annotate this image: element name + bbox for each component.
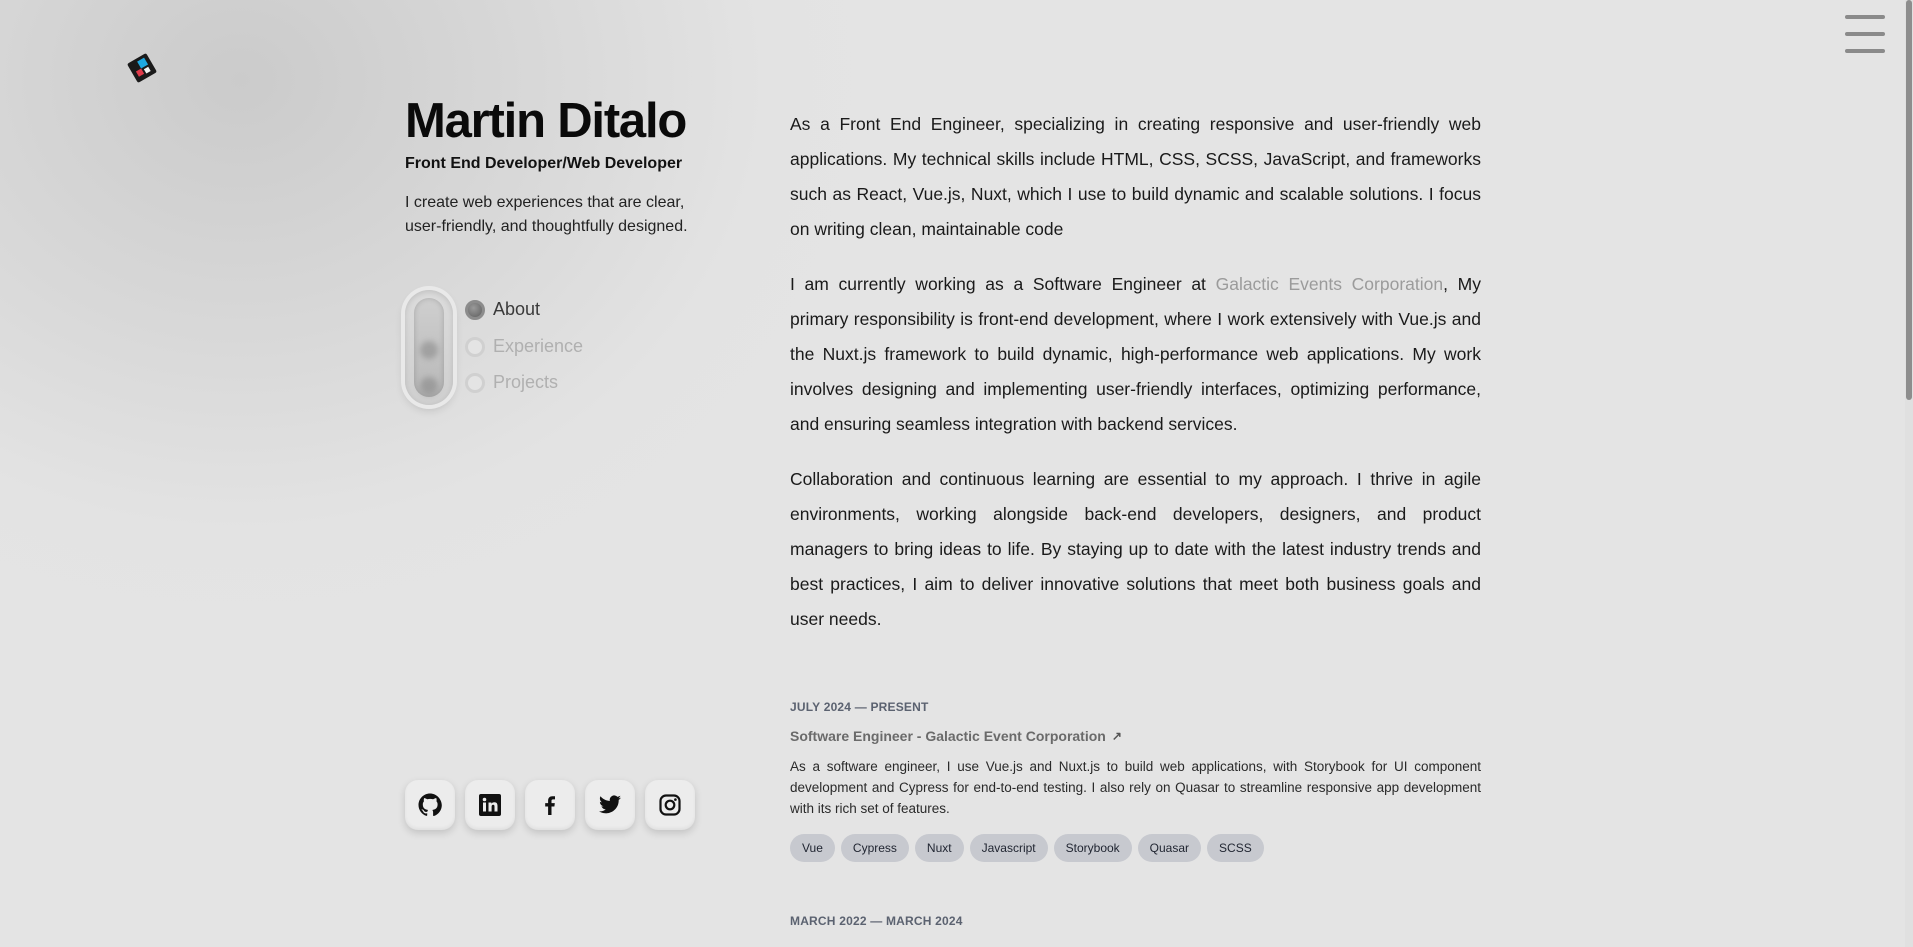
- nav-dot-icon: [465, 336, 485, 357]
- experience-description: As a software engineer, I use Vue.js and…: [790, 759, 1481, 816]
- social-links: [405, 780, 695, 830]
- github-link[interactable]: [405, 780, 455, 830]
- tech-tag: Javascript: [969, 834, 1048, 862]
- linkedin-icon: [479, 794, 501, 816]
- tech-tag: Quasar: [1137, 834, 1202, 862]
- about-section: As a Front End Engineer, specializing in…: [790, 107, 1481, 637]
- experience-item[interactable]: JULY 2024 — PRESENT Software Engineer - …: [790, 700, 1481, 862]
- instagram-link[interactable]: [645, 780, 695, 830]
- nav-item-label: Experience: [493, 336, 584, 356]
- tech-tag: SCSS: [1207, 834, 1264, 862]
- facebook-icon: [545, 796, 555, 815]
- profile-name: Martin Ditalo: [405, 94, 687, 148]
- experience-title-link[interactable]: Software Engineer - Galactic Event Corpo…: [790, 728, 1481, 744]
- diamond-logo-icon: [127, 53, 157, 83]
- about-paragraph-3: Collaboration and continuous learning ar…: [790, 469, 1481, 629]
- nav-item-projects[interactable]: Projects: [465, 372, 558, 393]
- facebook-link[interactable]: [525, 780, 575, 830]
- nav-item-experience[interactable]: Experience: [465, 336, 583, 357]
- tech-tag: Vue: [790, 834, 835, 862]
- about-paragraph-1: As a Front End Engineer, specializing in…: [790, 114, 1481, 239]
- tech-tag: Nuxt: [914, 834, 964, 862]
- experience-date: JULY 2024 — PRESENT: [790, 700, 929, 714]
- twitter-icon: [599, 795, 621, 814]
- instagram-icon: [659, 794, 681, 816]
- github-icon: [418, 793, 442, 817]
- tech-tag: Storybook: [1053, 834, 1132, 862]
- linkedin-link[interactable]: [465, 780, 515, 830]
- tech-tags: Vue Cypress Nuxt Javascript Storybook Qu…: [790, 834, 1481, 862]
- nav-dot-icon: [465, 299, 485, 320]
- experience-date: MARCH 2022 — MARCH 2024: [790, 914, 963, 928]
- profile-tagline: I create web experiences that are clear,…: [405, 194, 688, 235]
- twitter-link[interactable]: [585, 780, 635, 830]
- experience-item[interactable]: MARCH 2022 — MARCH 2024: [790, 914, 963, 928]
- site-logo[interactable]: [126, 52, 158, 84]
- section-nav: About Experience Projects: [405, 290, 605, 405]
- company-link[interactable]: Galactic Events Corporation: [1216, 274, 1444, 294]
- scrollbar-thumb[interactable]: [1906, 0, 1912, 400]
- hamburger-menu-icon[interactable]: [1845, 15, 1885, 53]
- profile-header: Martin Ditalo Front End Developer/Web De…: [405, 92, 725, 239]
- nav-dot-icon: [465, 372, 485, 393]
- nav-item-label: About: [493, 299, 541, 319]
- nav-item-about[interactable]: About: [465, 299, 540, 320]
- scrollbar[interactable]: [1905, 0, 1913, 947]
- tech-tag: Cypress: [840, 834, 909, 862]
- about-paragraph-2: I am currently working as a Software Eng…: [790, 274, 1481, 434]
- profile-role: Front End Developer/Web Developer: [405, 155, 683, 172]
- arrow-up-right-icon: ↗: [1111, 729, 1122, 743]
- nav-item-label: Projects: [493, 372, 559, 392]
